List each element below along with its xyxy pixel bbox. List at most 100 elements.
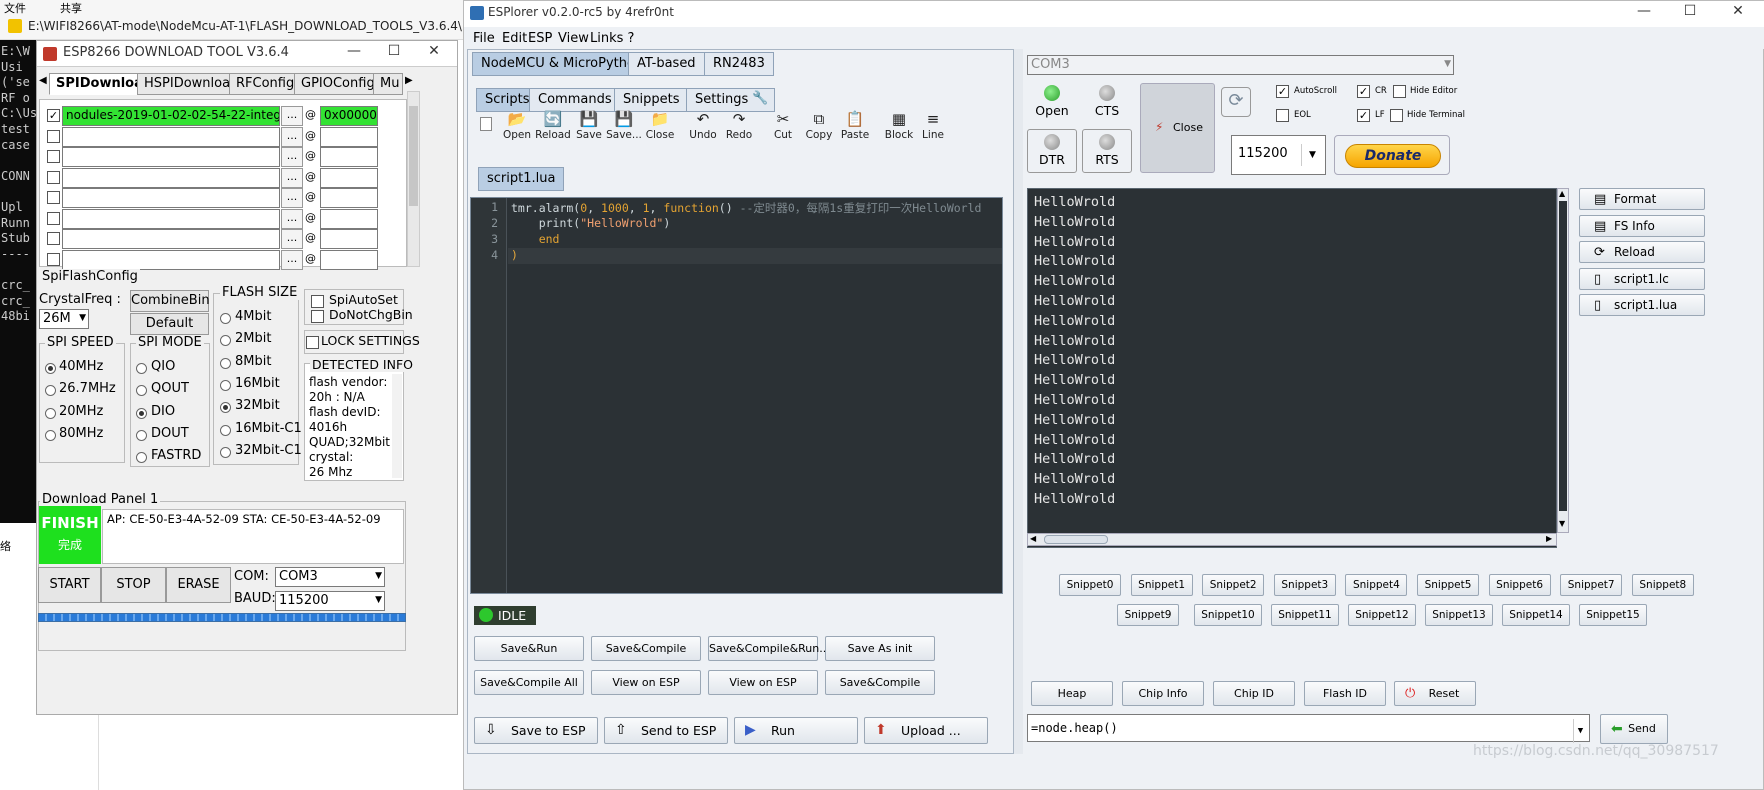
flash-size-radio[interactable] [220,446,231,458]
hide-editor-checkbox[interactable] [1393,85,1406,98]
tab-nodemcu[interactable]: NodeMCU & MicroPython [472,52,653,76]
button-savecompile[interactable]: Save&Compile [591,636,701,661]
file-checkbox[interactable]: ✓ [47,109,60,122]
close-icon[interactable]: ✕ [1723,3,1753,19]
toolbar-line-button[interactable]: ≡ Line [914,109,952,149]
snippet-button[interactable]: Snippet3 [1273,574,1336,596]
terminal-scroll-thumb[interactable] [1559,201,1567,511]
fs-reload-button[interactable]: ⟳ Reload [1579,241,1705,263]
baud-rate-select[interactable]: 115200 ▼ [1231,135,1326,175]
button-viewonesp-2[interactable]: View on ESP [591,670,701,695]
tab-more[interactable]: Mu [373,73,403,95]
button-savecompileall-2[interactable]: Save&Compile All [474,670,584,695]
terminal-output[interactable]: HelloWrold HelloWrold HelloWrold HelloWrold… [1027,188,1557,548]
address-input[interactable] [320,167,378,188]
file-checkbox[interactable] [47,232,60,245]
dtr-button[interactable]: DTR [1027,129,1077,173]
menu-edit[interactable]: Edit [502,31,527,46]
toolbar-block-button[interactable]: ▦ Block [880,109,918,149]
button-savecompilerun[interactable]: Save&Compile&Run... [708,636,830,661]
donotchgbin-checkbox[interactable] [311,310,324,323]
spi-speed-radio[interactable] [45,363,56,374]
upload-button[interactable]: ⬆ Upload ... [864,717,988,744]
start-button[interactable]: START [38,567,101,603]
minimize-icon[interactable]: — [1629,3,1659,19]
file-path-input[interactable]: nodules-2019-01-02-02-54-22-integer.bin [62,106,280,126]
snippet-button[interactable]: Snippet14 [1502,604,1570,626]
snippet-button[interactable]: Snippet7 [1560,574,1623,596]
menu-links[interactable]: Links ? [590,31,634,46]
file-checkbox[interactable] [47,191,60,204]
browse-button[interactable]: ... [281,208,303,229]
explorer-menu-file[interactable]: 文件 [4,0,26,16]
file-checkbox[interactable] [47,129,60,143]
terminal-vscrollbar[interactable]: ▲ ▼ [1557,188,1569,533]
file-checkbox[interactable] [47,170,60,184]
baud-select[interactable]: 115200 ▼ [275,591,385,611]
menu-view[interactable]: View [558,31,589,46]
hide-terminal-checkbox[interactable] [1390,109,1403,122]
tab-rn2483[interactable]: RN2483 [704,52,774,76]
browse-button[interactable]: ... [281,188,303,208]
address-input[interactable] [320,249,378,270]
maximize-icon[interactable]: ☐ [379,43,409,59]
port-select[interactable]: COM3 ▼ [1027,55,1454,75]
fs-fs-info-button[interactable]: ▤ FS Info [1579,214,1705,237]
button-flash-id[interactable]: Flash ID [1304,681,1386,706]
snippet-button[interactable]: Snippet11 [1271,604,1339,626]
maximize-icon[interactable]: ☐ [1675,3,1705,19]
fs-script1-lua-button[interactable]: ▯ script1.lua [1579,294,1705,316]
tab-at-based[interactable]: AT-based [628,52,705,76]
button-chip-id[interactable]: Chip ID [1213,681,1295,706]
fs-script1-lc-button[interactable]: ▯ script1.lc [1579,267,1705,290]
stop-button[interactable]: STOP [101,567,166,603]
spi-speed-radio[interactable] [45,429,56,441]
browse-button[interactable]: ... [281,147,303,167]
browse-button[interactable]: ... [281,106,303,126]
detected-scrollbar[interactable] [392,374,402,478]
file-tab-script1[interactable]: script1.lua [478,167,565,191]
browse-button[interactable]: ... [281,249,303,270]
snippet-button[interactable]: Snippet2 [1202,574,1265,596]
terminal-hscrollbar[interactable]: ◀ ▶ [1027,533,1557,546]
snippet-button[interactable]: Snippet15 [1579,604,1647,626]
spi-mode-radio[interactable] [136,429,147,441]
snippet-button[interactable]: Snippet5 [1417,574,1479,596]
tab-scroll-right-icon[interactable]: ▶ [405,75,413,86]
file-path-input[interactable] [62,126,280,147]
toolbar-save-button[interactable]: 💾 Save [570,109,608,149]
spiautoset-checkbox[interactable] [311,295,324,308]
run-button[interactable]: ▶ Run [734,717,858,744]
flash-size-radio[interactable] [220,424,231,436]
address-input[interactable] [320,126,378,147]
toolbar-reload-button[interactable]: 🔄 Reload [534,109,572,149]
file-path-input[interactable] [62,249,280,270]
toolbar-cut-button[interactable]: ✂ Cut [764,109,802,149]
file-path-input[interactable] [62,147,280,167]
file-checkbox[interactable] [47,150,60,163]
menu-esp[interactable]: ESP [528,31,552,46]
lf-checkbox[interactable]: ✓ [1357,109,1370,122]
file-path-input[interactable] [62,167,280,188]
toolbar-open-button[interactable]: 📂 Open [498,109,536,149]
browse-button[interactable]: ... [281,229,303,249]
button-viewonesp-2[interactable]: View on ESP [708,670,818,695]
close-icon[interactable]: ✕ [419,43,449,59]
button-reset[interactable]: ⏻ Reset [1394,681,1476,706]
send-to-esp-button[interactable]: ⇧ Send to ESP [604,717,728,744]
rts-button[interactable]: RTS [1082,129,1132,173]
snippet-button[interactable]: Snippet9 [1117,604,1179,626]
spi-mode-radio[interactable] [136,363,147,374]
flash-size-radio[interactable] [220,379,231,391]
autoscroll-checkbox[interactable]: ✓ [1276,85,1289,98]
com-select[interactable]: COM3 ▼ [275,567,385,587]
button-saveasinit[interactable]: Save As init [825,636,935,661]
erase-button[interactable]: ERASE [166,567,231,603]
eol-checkbox[interactable] [1276,109,1289,122]
file-path-input[interactable] [62,208,280,229]
address-input[interactable] [320,208,378,229]
toolbar-copy-button[interactable]: ⧉ Copy [800,109,838,149]
button-heap[interactable]: Heap [1031,681,1113,706]
file-path-input[interactable] [62,229,280,249]
menu-file[interactable]: File [473,31,495,46]
